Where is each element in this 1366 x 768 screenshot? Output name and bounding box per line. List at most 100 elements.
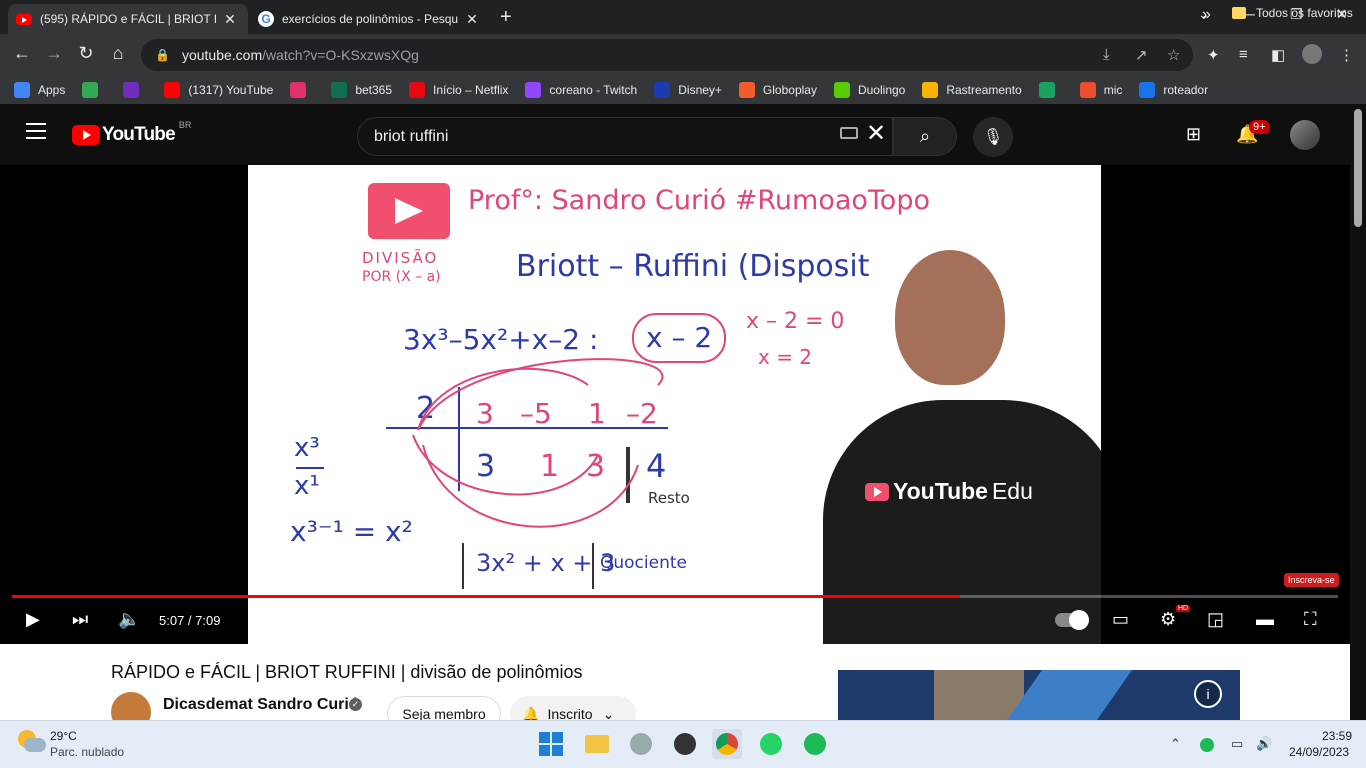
play-icon[interactable]: ▶	[26, 609, 40, 630]
scroll-thumb[interactable]	[1354, 109, 1362, 227]
miniplayer-icon[interactable]: ◲	[1207, 609, 1224, 630]
create-video-icon[interactable]: ⊞	[1186, 124, 1201, 145]
close-icon[interactable]: ✕	[464, 11, 480, 28]
close-icon[interactable]: ✕	[222, 11, 238, 28]
windows-start-icon[interactable]	[536, 729, 566, 759]
bookmark-item[interactable]	[123, 82, 147, 98]
weather-temperature[interactable]: 29°C	[50, 729, 77, 743]
spotify-icon[interactable]	[800, 729, 830, 759]
hd-badge: HD	[1176, 605, 1191, 612]
bookmark-item[interactable]: coreano - Twitch	[525, 82, 637, 98]
ad-info-button[interactable]: i	[1194, 680, 1222, 708]
browser-toolbar: ← → ↻ ⌂ 🔒 youtube.com/watch?v=O-KSxzwsXQ…	[0, 34, 1366, 76]
bookmark-item[interactable]: Apps	[14, 82, 65, 98]
extensions-icon[interactable]: ✦	[1207, 46, 1220, 64]
address-bar[interactable]: 🔒 youtube.com/watch?v=O-KSxzwsXQg ⤓ ↗ ☆	[141, 39, 1193, 71]
volume-tray-icon[interactable]: 🔊	[1256, 736, 1272, 752]
bookmark-label: Apps	[38, 83, 66, 97]
subtitles-icon[interactable]: ▭	[1112, 609, 1129, 630]
weather-icon[interactable]	[16, 730, 46, 754]
subscribed-button[interactable]: 🔔 Inscrito ⌄	[510, 696, 636, 720]
video-player[interactable]: Prof°: Sandro Curió #RumoaoTopo DIVISÃO …	[0, 165, 1350, 644]
notification-badge: 9+	[1249, 120, 1270, 134]
bookmark-item[interactable]: Globoplay	[738, 82, 817, 98]
volume-icon[interactable]: 🔈	[118, 609, 140, 630]
bookmark-icon	[409, 82, 426, 98]
search-icon: ⌕	[919, 126, 931, 146]
ad-banner[interactable]: i	[838, 670, 1240, 720]
page-scrollbar[interactable]	[1350, 104, 1366, 720]
side-panel-icon[interactable]: ◧	[1271, 46, 1285, 64]
bookmark-item[interactable]: mic	[1079, 82, 1122, 98]
chrome-icon[interactable]	[712, 729, 742, 759]
theater-mode-icon[interactable]: ▬	[1256, 609, 1274, 630]
file-explorer-icon[interactable]	[582, 729, 612, 759]
taskbar: 29°C Parc. nublado ⌃ ▭ 🔊 23:59 24/09/202…	[0, 720, 1366, 768]
avatar[interactable]	[1290, 120, 1320, 150]
settings-gear-icon[interactable]: ⚙	[1160, 609, 1176, 630]
url-path: /watch?v=O-KSxzwsXQg	[262, 47, 419, 63]
all-bookmarks-button[interactable]: Todos os favoritos	[1232, 6, 1353, 20]
url-host: youtube.com	[181, 47, 263, 63]
profile-avatar[interactable]	[1302, 44, 1322, 64]
youtube-logo[interactable]: YouTube BR	[72, 120, 191, 146]
spotify-tray-icon[interactable]	[1200, 738, 1214, 752]
wb-root-val: x = 2	[758, 345, 813, 369]
bookmark-item[interactable]: (1317) YouTube	[164, 82, 273, 98]
next-icon[interactable]: ⏭	[72, 609, 88, 630]
clock-app-icon[interactable]	[670, 729, 700, 759]
tab-youtube[interactable]: (595) RÁPIDO e FÁCIL | BRIOT RU ✕	[8, 4, 248, 34]
clock-date[interactable]: 24/09/2023	[1289, 745, 1349, 759]
home-icon[interactable]: ⌂	[106, 43, 130, 64]
voice-search-button[interactable]: 🎙	[973, 117, 1013, 157]
bookmark-item[interactable]: bet365	[331, 82, 392, 98]
channel-avatar[interactable]	[111, 692, 151, 720]
bookmark-item[interactable]: Rastreamento	[922, 82, 1022, 98]
bookmark-item[interactable]: Duolingo	[833, 82, 905, 98]
install-icon[interactable]: ⤓	[1103, 46, 1110, 63]
chevron-up-icon[interactable]: ⌃	[1170, 736, 1181, 752]
wb-polynomial: 3x³–5x²+x–2 :	[403, 323, 599, 356]
search-input[interactable]: briot ruffini	[357, 117, 893, 156]
bookmark-item[interactable]: roteador	[1139, 82, 1208, 98]
join-button[interactable]: Seja membro	[387, 696, 501, 720]
bookmark-label: roteador	[1163, 83, 1209, 97]
media-control-icon[interactable]: ≡	[1239, 46, 1248, 63]
bookmark-item[interactable]	[82, 82, 106, 98]
subscribe-watermark[interactable]: Inscreva-se	[1284, 573, 1339, 587]
app-icon[interactable]	[626, 729, 656, 759]
progress-bar[interactable]	[12, 595, 1338, 598]
fullscreen-icon[interactable]: ⛶	[1304, 609, 1317, 630]
share-icon[interactable]: ↗	[1135, 46, 1148, 64]
frac-line	[296, 467, 324, 469]
bookmark-label: bet365	[355, 83, 393, 97]
youtube-play-logo	[368, 183, 450, 239]
network-icon[interactable]: ▭	[1231, 736, 1243, 752]
forward-icon[interactable]: →	[42, 43, 66, 64]
bookmark-item[interactable]: Início – Netflix	[409, 82, 508, 98]
bookmark-item[interactable]: Disney+	[654, 82, 722, 98]
logo-text: YouTube	[893, 478, 988, 504]
weather-condition[interactable]: Parc. nublado	[50, 745, 124, 759]
back-icon[interactable]: ←	[10, 43, 34, 64]
bookmark-icon	[123, 82, 140, 98]
clear-search-icon[interactable]: ✕	[866, 119, 886, 148]
bookmark-icon	[1038, 82, 1055, 98]
bookmark-item[interactable]	[1038, 82, 1063, 98]
new-tab-button[interactable]: +	[500, 6, 512, 29]
menu-icon[interactable]: ⋮	[1339, 46, 1354, 64]
bookmark-label: Início – Netflix	[433, 83, 509, 97]
clock-time[interactable]: 23:59	[1322, 729, 1352, 743]
bookmark-item[interactable]	[290, 82, 314, 98]
channel-name[interactable]: Dicasdemat Sandro Curió	[163, 696, 359, 714]
menu-icon[interactable]	[26, 123, 46, 144]
whatsapp-icon[interactable]	[756, 729, 786, 759]
search-button[interactable]: ⌕	[893, 117, 957, 156]
bookmarks-more-button[interactable]: »	[1202, 6, 1211, 24]
tab-google[interactable]: G exercícios de polinômios - Pesqu ✕	[250, 4, 490, 34]
autoplay-toggle[interactable]	[1055, 610, 1089, 630]
bookmark-star-icon[interactable]: ☆	[1167, 46, 1180, 64]
keyboard-icon[interactable]	[840, 127, 858, 139]
subscribed-label: Inscrito	[547, 706, 593, 720]
reload-icon[interactable]: ↻	[74, 43, 98, 64]
